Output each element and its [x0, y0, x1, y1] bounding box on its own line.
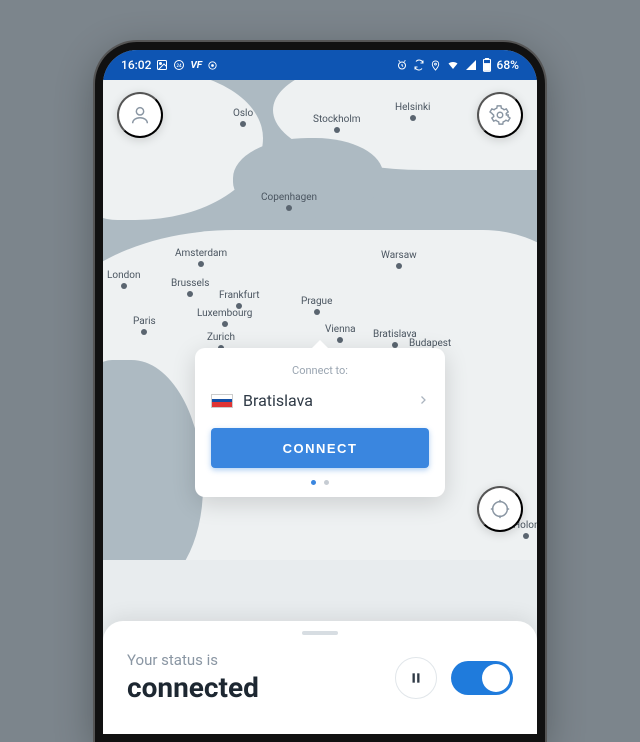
locate-button[interactable] — [477, 486, 523, 532]
crosshair-icon — [489, 498, 511, 520]
location-row[interactable]: Bratislava — [211, 387, 429, 414]
svg-text:24: 24 — [177, 63, 183, 69]
sync-icon — [413, 59, 425, 71]
location-icon — [430, 60, 441, 71]
city-label[interactable]: Amsterdam — [175, 248, 227, 267]
wifi-icon — [446, 59, 460, 71]
signal-icon — [465, 59, 477, 71]
chevron-right-icon — [417, 391, 429, 410]
city-label[interactable]: Copenhagen — [261, 192, 317, 211]
image-icon — [156, 59, 168, 71]
status-label: Your status is — [127, 651, 259, 669]
city-label[interactable]: Paris — [133, 316, 156, 335]
city-label[interactable]: Brussels — [171, 278, 209, 297]
statusbar-time: 16:02 — [121, 58, 151, 72]
connect-card: Connect to: Bratislava CONNECT — [195, 348, 445, 497]
city-label[interactable]: Oslo — [233, 108, 253, 127]
dot-2[interactable] — [324, 480, 329, 485]
connect-header: Connect to: — [211, 364, 429, 377]
city-label[interactable]: Warsaw — [381, 250, 417, 269]
flag-slovakia-icon — [211, 394, 233, 408]
user-icon — [129, 104, 151, 126]
dot-1[interactable] — [311, 480, 316, 485]
target-icon — [207, 60, 218, 71]
statusbar-battery: 68% — [497, 58, 519, 72]
city-label[interactable]: Frankfurt — [219, 290, 260, 309]
city-label[interactable]: Helsinki — [395, 102, 430, 121]
alarm-icon — [396, 59, 408, 71]
city-label[interactable]: Luxembourg — [197, 308, 252, 327]
city-label[interactable]: Vienna — [325, 324, 356, 343]
connection-toggle[interactable] — [451, 661, 513, 695]
phone-frame: 16:02 24 VF — [95, 42, 545, 742]
page-dots[interactable] — [211, 480, 429, 485]
map-view[interactable]: Oslo Stockholm Helsinki Copenhagen Amsterdam… — [103, 80, 537, 560]
badge-24-icon: 24 — [173, 59, 185, 71]
vf-icon: VF — [190, 60, 202, 71]
settings-button[interactable] — [477, 92, 523, 138]
pause-button[interactable] — [395, 657, 437, 699]
pause-icon — [409, 671, 423, 685]
android-statusbar: 16:02 24 VF — [103, 50, 537, 80]
location-name: Bratislava — [243, 391, 313, 410]
screen: 16:02 24 VF — [103, 50, 537, 734]
status-sheet[interactable]: Your status is connected — [103, 621, 537, 734]
profile-button[interactable] — [117, 92, 163, 138]
grab-handle[interactable] — [302, 631, 338, 635]
connect-button[interactable]: CONNECT — [211, 428, 429, 468]
battery-icon — [482, 58, 492, 72]
city-label[interactable]: London — [107, 270, 140, 289]
gear-icon — [489, 104, 511, 126]
city-label[interactable]: Stockholm — [313, 114, 361, 133]
city-label[interactable]: Prague — [301, 296, 332, 315]
status-value: connected — [127, 671, 259, 704]
